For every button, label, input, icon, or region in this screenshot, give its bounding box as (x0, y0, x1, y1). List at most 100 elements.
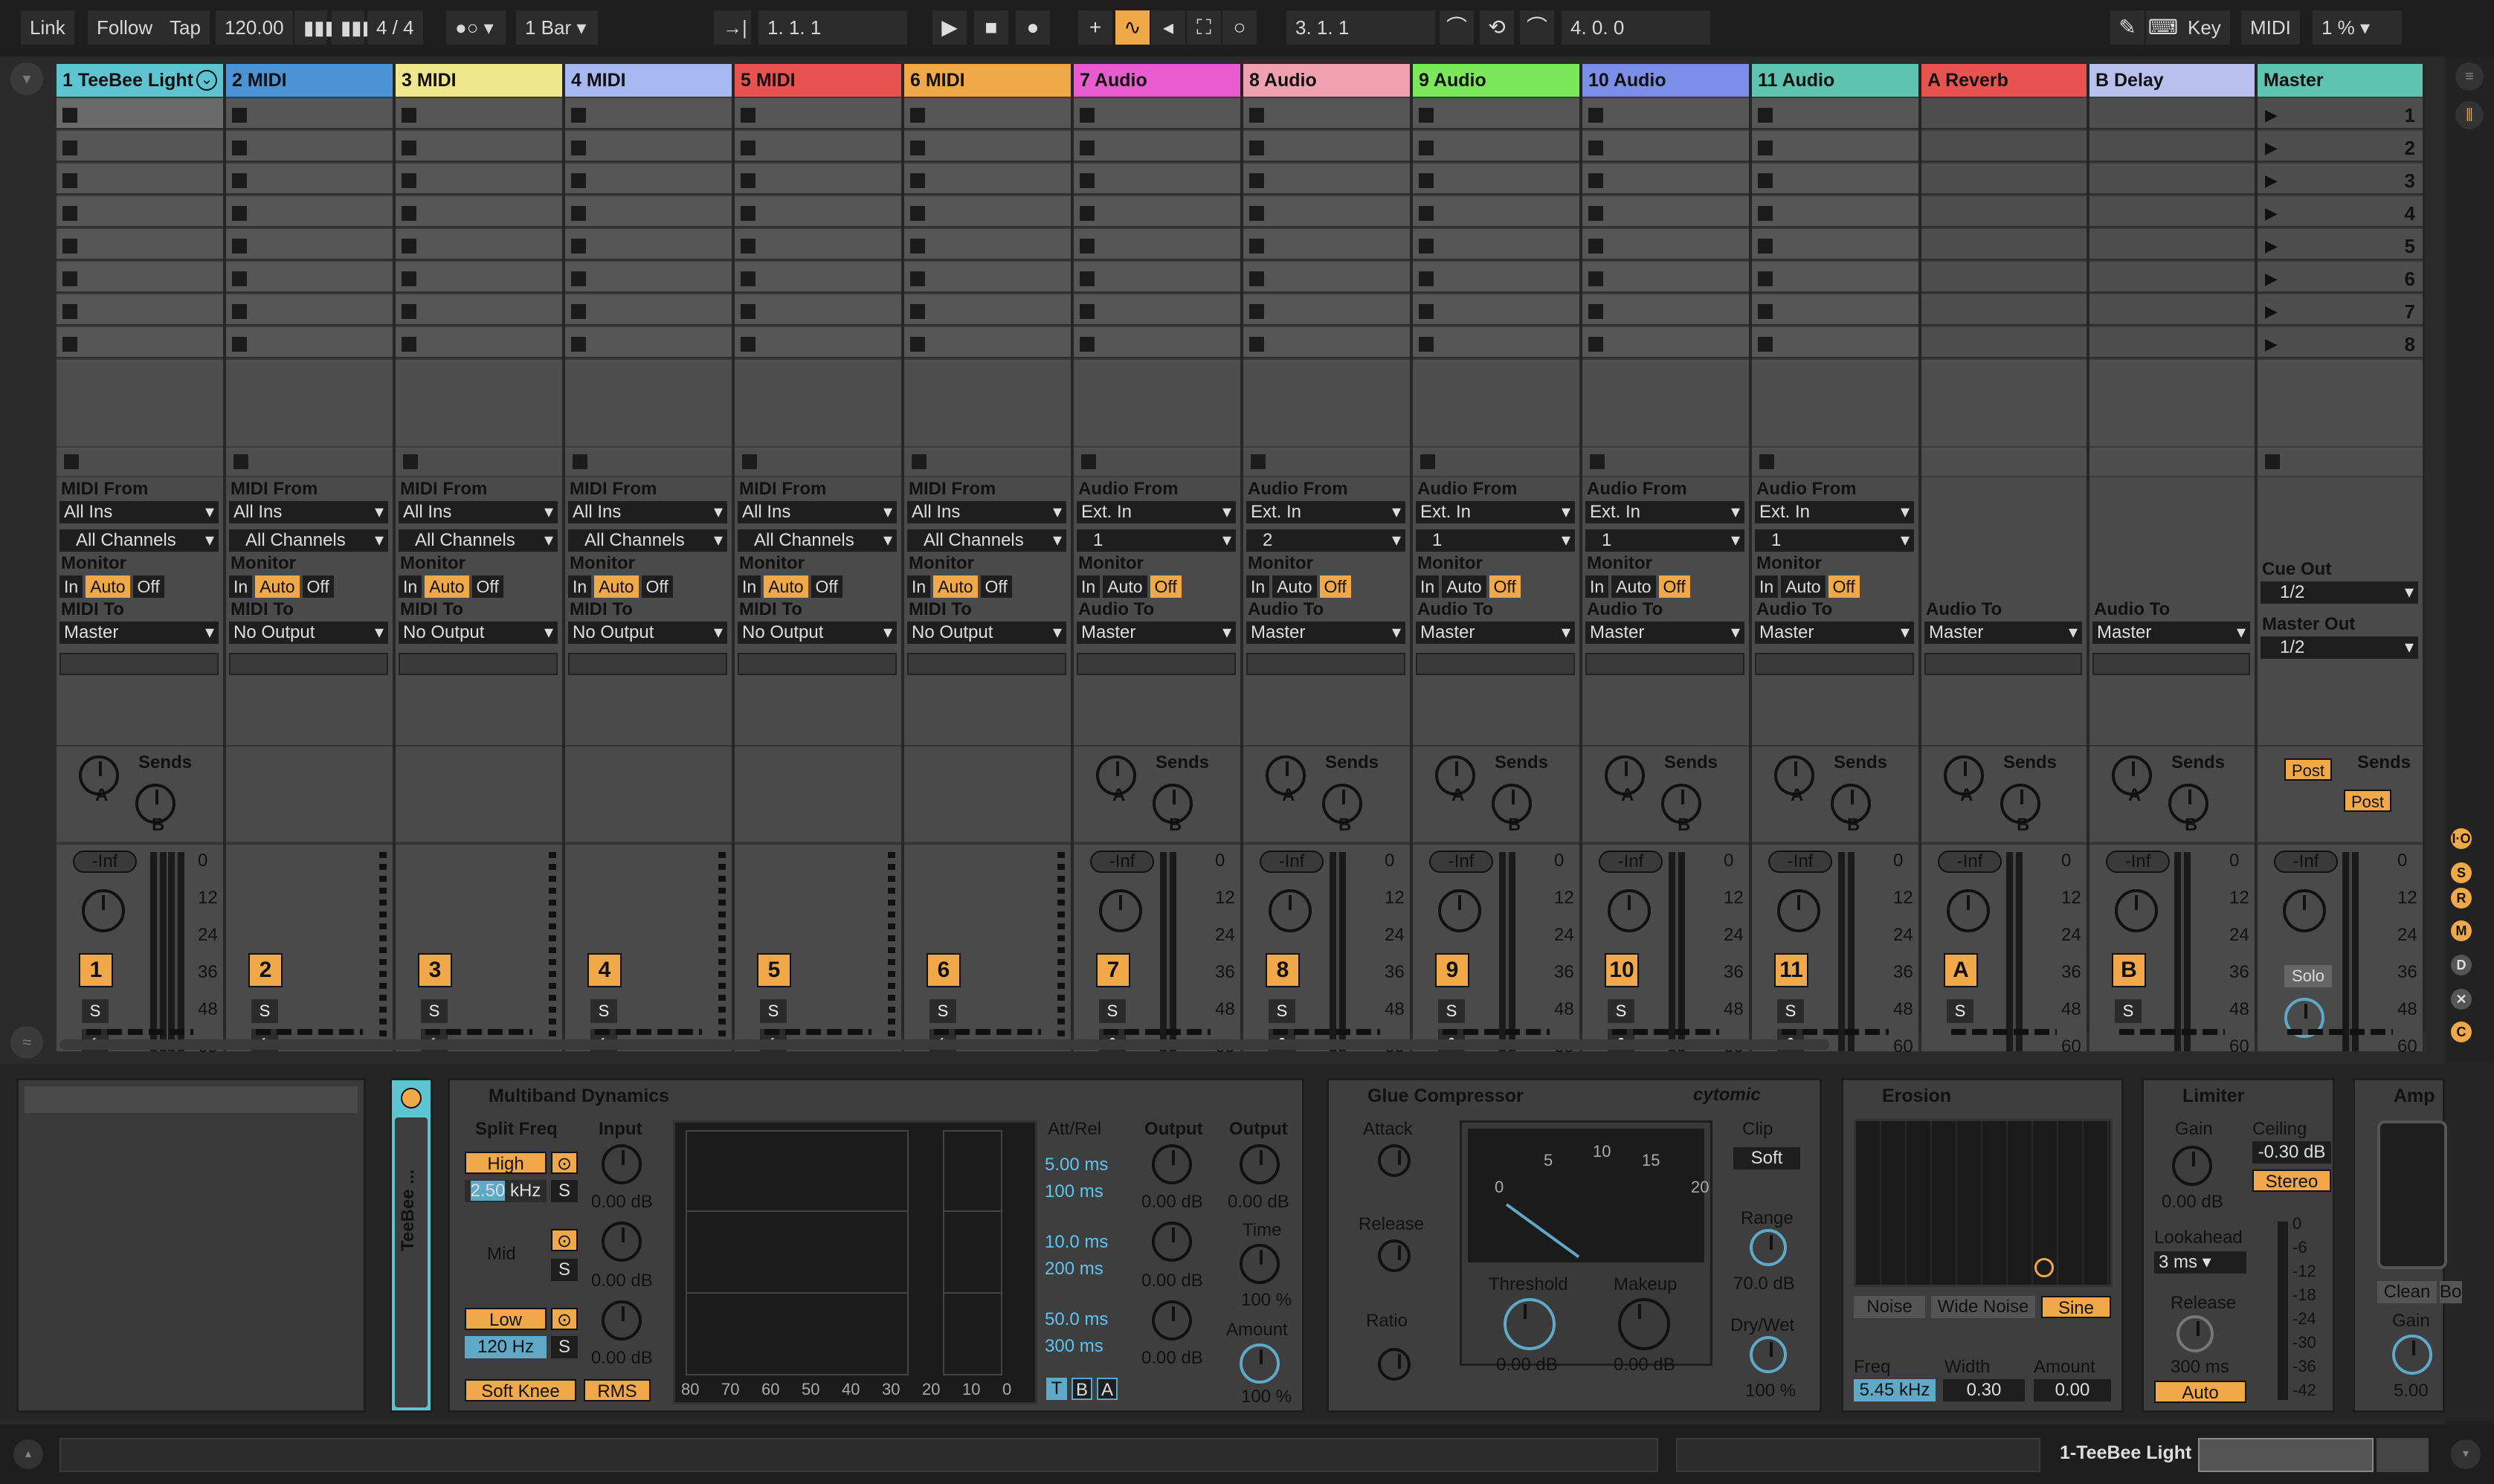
clip-stop-square-icon[interactable] (571, 108, 586, 123)
monitor-in-button[interactable]: In (229, 575, 253, 598)
clip-stop-square-icon[interactable] (571, 206, 586, 221)
clip-slot[interactable] (1074, 131, 1240, 162)
drop-area[interactable] (1413, 360, 1579, 446)
collapse-arrow-icon[interactable]: ▾ (10, 62, 43, 95)
erosion-display[interactable] (1854, 1119, 2113, 1287)
clip-stop-square-icon[interactable] (1080, 108, 1095, 123)
clip-stop-square-icon[interactable] (402, 206, 416, 221)
low-solo-icon[interactable]: ⊙ (551, 1308, 578, 1330)
scene-launch[interactable]: ▶ 2 (2258, 131, 2423, 162)
pan-knob[interactable] (1099, 889, 1142, 932)
output-menu[interactable]: Master (1416, 622, 1575, 644)
crossfade-assign[interactable] (1443, 1029, 1550, 1035)
input-mid-knob[interactable] (602, 1222, 642, 1262)
monitor-in-button[interactable]: In (738, 575, 761, 598)
monitor-off-button[interactable]: Off (1489, 575, 1521, 598)
stop-all-icon[interactable] (742, 454, 757, 469)
clip-stop-square-icon[interactable] (1249, 239, 1264, 254)
clip-slot[interactable] (1752, 131, 1918, 162)
rms-button[interactable]: RMS (584, 1379, 651, 1401)
soft-button[interactable]: Soft (1733, 1147, 1800, 1170)
clip-stop-square-icon[interactable] (402, 304, 416, 319)
clip-slot[interactable] (1243, 98, 1410, 129)
clip-slot[interactable] (904, 131, 1071, 162)
volume-peak-field[interactable]: -Inf (1429, 851, 1493, 873)
clip-slot[interactable] (1074, 164, 1240, 195)
clip-stop-square-icon[interactable] (1080, 173, 1095, 188)
crossfade-assign[interactable] (1273, 1029, 1380, 1035)
pan-knob[interactable] (2115, 889, 2158, 932)
sine-button[interactable]: Sine (2041, 1296, 2111, 1318)
clip-slot[interactable] (57, 196, 223, 228)
clip-stop-square-icon[interactable] (1588, 108, 1603, 123)
input-high-knob[interactable] (602, 1144, 642, 1184)
clip-stop-square-icon[interactable] (910, 271, 925, 286)
input-source-menu[interactable]: All Ins (399, 501, 558, 523)
output-sub-field[interactable] (229, 653, 388, 675)
output-menu[interactable]: Master (1924, 622, 2082, 644)
track-title[interactable]: 8 Audio (1243, 64, 1410, 97)
drop-area[interactable] (1074, 360, 1240, 446)
threshold-knob[interactable] (1504, 1298, 1556, 1350)
input-channel-menu[interactable]: All Channels (907, 529, 1066, 552)
clip-slot[interactable] (1921, 327, 2087, 358)
pan-knob[interactable] (2283, 889, 2326, 932)
clip-stop-square-icon[interactable] (232, 173, 247, 188)
amount-knob[interactable] (1240, 1343, 1280, 1384)
computer-keyboard-icon[interactable]: ⌨ (2146, 10, 2180, 45)
stop-icon[interactable]: ■ (974, 10, 1008, 45)
output-menu[interactable]: No Output (568, 622, 727, 644)
clip-stop-square-icon[interactable] (1419, 141, 1434, 155)
track-activator[interactable]: 9 (1435, 953, 1469, 987)
clip-stop-square-icon[interactable] (1249, 108, 1264, 123)
clip-stop-square-icon[interactable] (910, 141, 925, 155)
clip-stop-square-icon[interactable] (1249, 304, 1264, 319)
clip-slot[interactable] (1921, 294, 2087, 326)
clip-slot[interactable] (1752, 196, 1918, 228)
clip-stop-square-icon[interactable] (402, 271, 416, 286)
drop-area[interactable] (2258, 360, 2423, 446)
clip-stop-square-icon[interactable] (571, 337, 586, 352)
clip-stop-square-icon[interactable] (402, 239, 416, 254)
clip-slot[interactable] (1413, 196, 1579, 228)
track-activator[interactable]: 5 (757, 953, 791, 987)
monitor-auto-button[interactable]: Auto (1103, 575, 1147, 598)
input-channel-menu[interactable]: All Channels (399, 529, 558, 552)
scene-launch[interactable]: ▶ 7 (2258, 294, 2423, 326)
monitor-auto-button[interactable]: Auto (1781, 575, 1826, 598)
rel-low[interactable]: 300 ms (1045, 1336, 1103, 1357)
clip-toggle-icon[interactable]: C (2451, 1022, 2472, 1042)
pan-knob[interactable] (1438, 889, 1481, 932)
clip-slot[interactable] (226, 327, 393, 358)
clip-stop-square-icon[interactable] (910, 239, 925, 254)
high-freq-field[interactable]: 2.50 kHz (465, 1180, 547, 1202)
clip-slot[interactable] (2089, 131, 2255, 162)
volume-peak-field[interactable]: -Inf (1090, 851, 1154, 873)
clip-stop-square-icon[interactable] (62, 337, 77, 352)
drop-area[interactable] (1752, 360, 1918, 446)
capture-icon[interactable]: ⛶ (1187, 10, 1221, 45)
clip-slot[interactable] (226, 229, 393, 260)
clip-stop-square-icon[interactable] (232, 141, 247, 155)
track-title[interactable]: 4 MIDI (565, 64, 732, 97)
time-knob[interactable] (1240, 1244, 1280, 1284)
clip-slot[interactable] (565, 262, 732, 293)
clip-stop-square-icon[interactable] (1419, 304, 1434, 319)
crossfade-assign[interactable] (1782, 1029, 1889, 1035)
monitor-off-button[interactable]: Off (1150, 575, 1182, 598)
volume-peak-field[interactable]: -Inf (1599, 851, 1663, 873)
clip-stop-square-icon[interactable] (1419, 206, 1434, 221)
output-sub-field[interactable] (2092, 653, 2250, 675)
rel-high[interactable]: 100 ms (1045, 1181, 1103, 1202)
clip-stop-square-icon[interactable] (1588, 141, 1603, 155)
clip-slot[interactable] (904, 262, 1071, 293)
track-activator[interactable]: B (2112, 953, 2146, 987)
clip-stop-square-icon[interactable] (1758, 304, 1773, 319)
stop-all-icon[interactable] (233, 454, 248, 469)
clip-slot[interactable] (1921, 262, 2087, 293)
clip-stop-square-icon[interactable] (571, 173, 586, 188)
clip-stop-square-icon[interactable] (1758, 108, 1773, 123)
clip-slot[interactable] (396, 164, 562, 195)
output-sub-field[interactable] (1077, 653, 1236, 675)
volume-peak-field[interactable]: -Inf (2106, 851, 2170, 873)
